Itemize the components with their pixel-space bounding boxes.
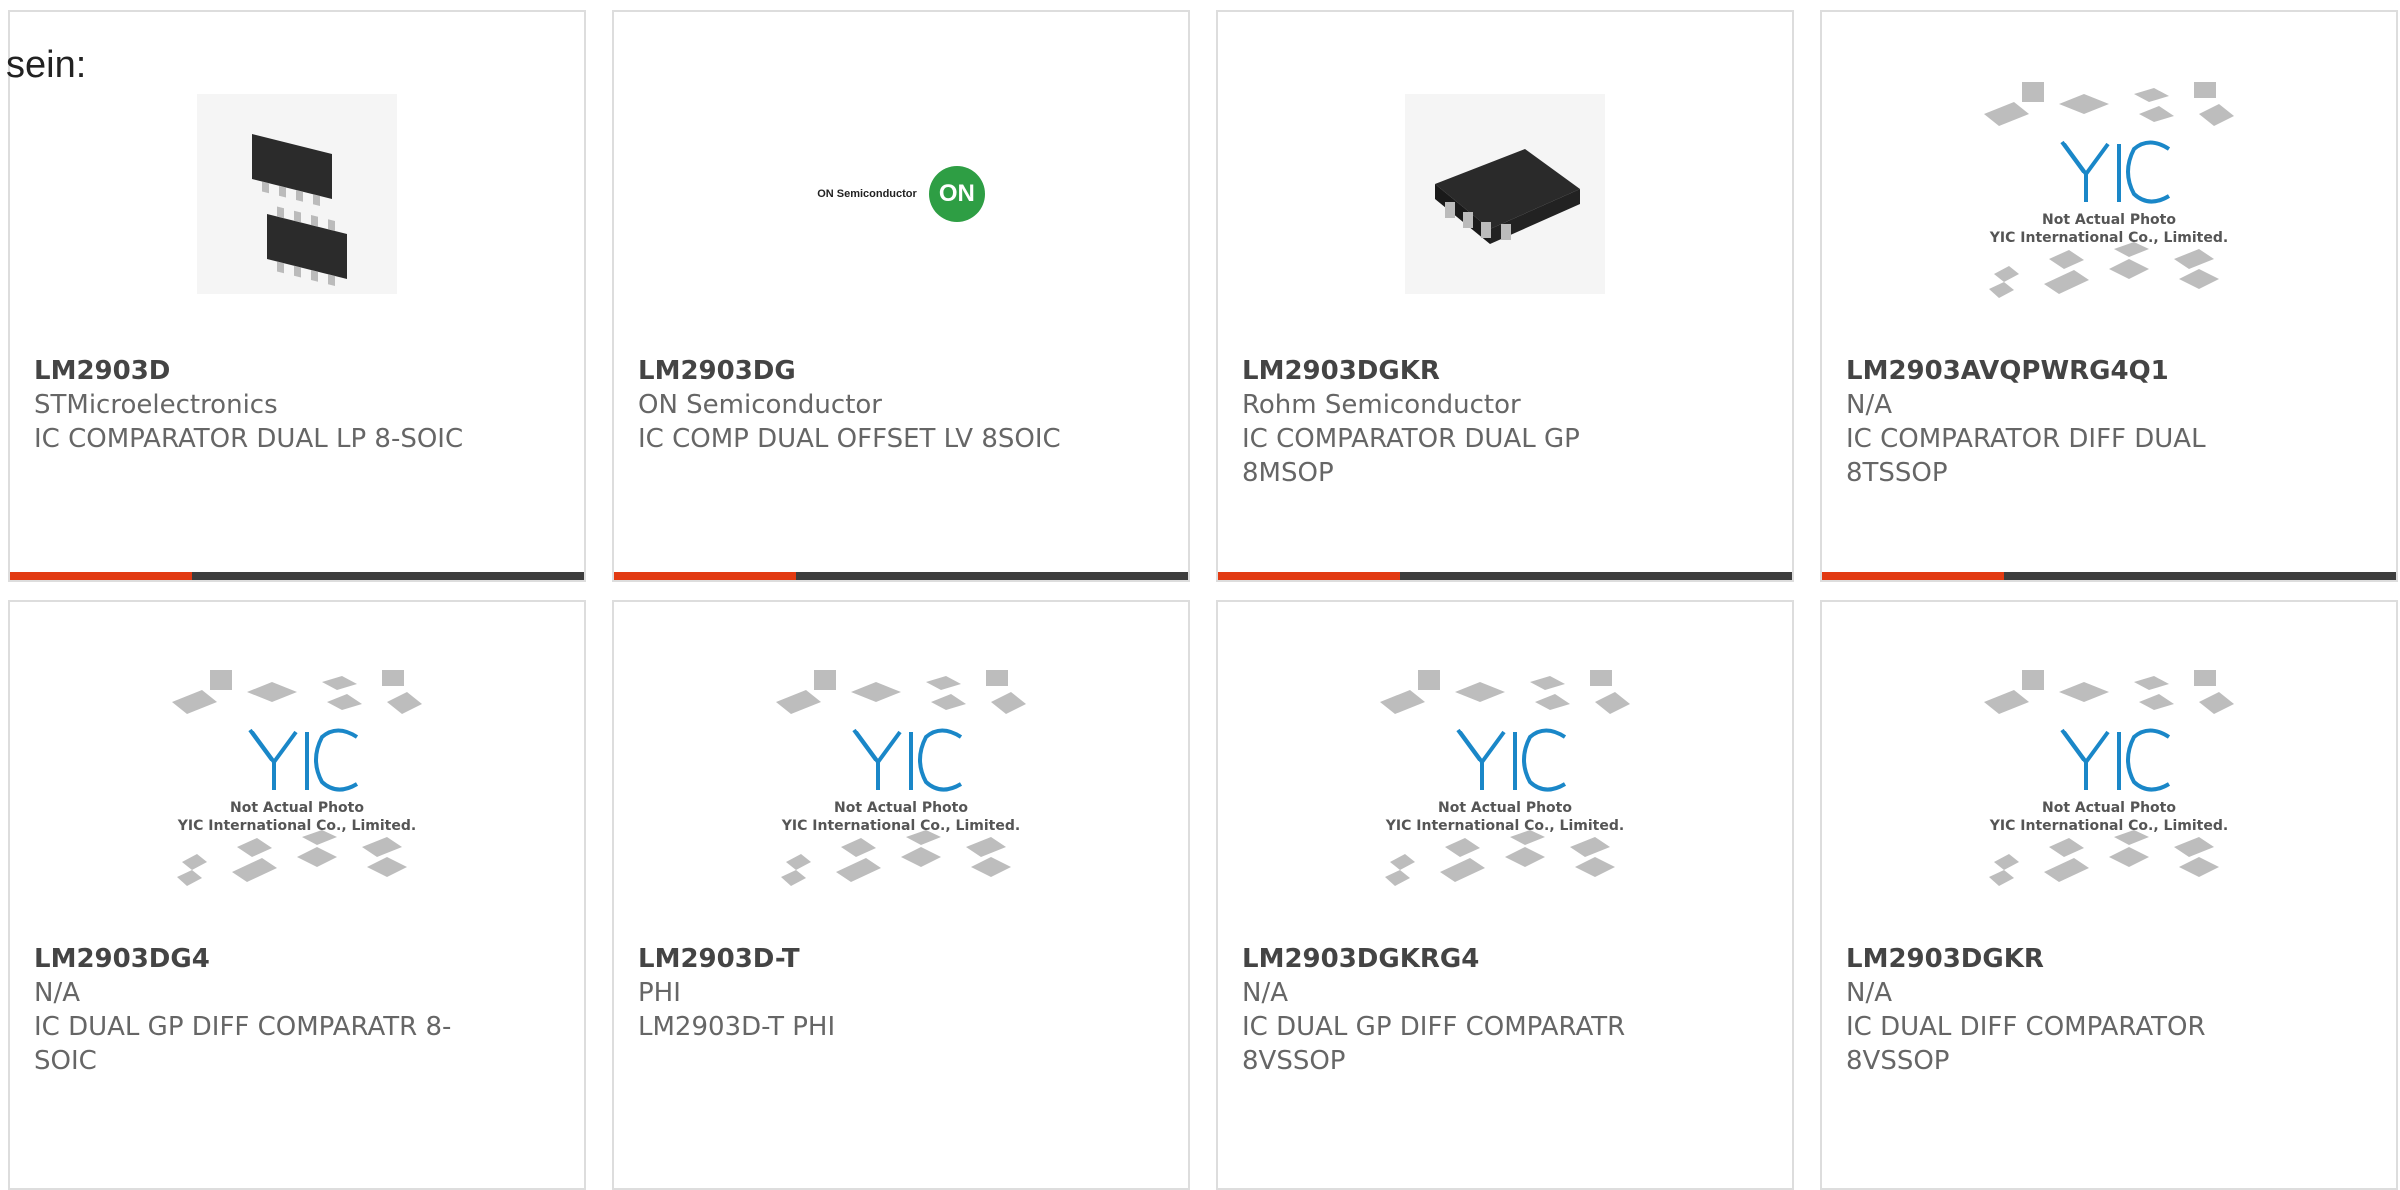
chip-pair-icon bbox=[197, 94, 397, 294]
manufacturer: Rohm Semiconductor bbox=[1242, 390, 1521, 420]
card-bar bbox=[10, 572, 584, 580]
manufacturer: ON Semiconductor bbox=[638, 390, 882, 420]
part-number[interactable]: LM2903DGKR bbox=[1242, 354, 1672, 388]
product-image[interactable]: Not Actual Photo YIC International Co., … bbox=[761, 662, 1041, 902]
svg-text:YIC International Co., Limited: YIC International Co., Limited. bbox=[1989, 818, 2228, 834]
svg-text:Not Actual Photo: Not Actual Photo bbox=[2042, 800, 2176, 816]
product-card[interactable]: Not Actual Photo YIC International Co., … bbox=[8, 600, 586, 1190]
card-bar bbox=[614, 572, 1188, 580]
description: IC COMPARATOR DIFF DUAL 8TSSOP bbox=[1846, 424, 2206, 488]
product-card[interactable]: ON Semiconductor ON LM2903DG ON Semicond… bbox=[612, 10, 1190, 582]
chip-icon bbox=[1405, 94, 1605, 294]
on-semi-logo: ON Semiconductor ON bbox=[817, 166, 985, 222]
product-card[interactable]: Not Actual Photo YIC International Co., … bbox=[612, 600, 1190, 1190]
product-card[interactable]: Not Actual Photo YIC International Co., … bbox=[1820, 600, 2398, 1190]
product-card[interactable]: Not Actual Photo YIC International Co., … bbox=[1820, 10, 2398, 582]
card-bar bbox=[1822, 572, 2396, 580]
card-bar bbox=[1218, 572, 1792, 580]
manufacturer: N/A bbox=[1846, 978, 1892, 1008]
part-number[interactable]: LM2903DGKR bbox=[1846, 942, 2276, 976]
part-number[interactable]: LM2903DGKRG4 bbox=[1242, 942, 1672, 976]
intro-text: sein: bbox=[6, 44, 87, 86]
svg-text:YIC International Co., Limited: YIC International Co., Limited. bbox=[1989, 230, 2228, 246]
product-card[interactable]: LM2903DGKR Rohm Semiconductor IC COMPARA… bbox=[1216, 10, 1794, 582]
product-image[interactable]: Not Actual Photo YIC International Co., … bbox=[157, 662, 437, 902]
svg-text:YIC International Co., Limited: YIC International Co., Limited. bbox=[1385, 818, 1624, 834]
manufacturer: PHI bbox=[638, 978, 681, 1008]
product-image[interactable]: ON Semiconductor ON bbox=[761, 74, 1041, 314]
manufacturer: N/A bbox=[34, 978, 80, 1008]
part-number[interactable]: LM2903D bbox=[34, 354, 464, 388]
description: LM2903D-T PHI bbox=[638, 1012, 836, 1042]
svg-text:YIC International Co., Limited: YIC International Co., Limited. bbox=[177, 818, 416, 834]
svg-text:Not Actual Photo: Not Actual Photo bbox=[230, 800, 364, 816]
description: IC DUAL DIFF COMPARATOR 8VSSOP bbox=[1846, 1012, 2206, 1076]
product-image[interactable]: Not Actual Photo YIC International Co., … bbox=[1365, 662, 1645, 902]
yic-placeholder-icon: Not Actual Photo YIC International Co., … bbox=[172, 670, 422, 886]
description: IC COMPARATOR DUAL GP 8MSOP bbox=[1242, 424, 1580, 488]
manufacturer: N/A bbox=[1846, 390, 1892, 420]
product-image[interactable] bbox=[1365, 74, 1645, 314]
manufacturer: N/A bbox=[1242, 978, 1288, 1008]
yic-placeholder-icon: Not Actual Photo YIC International Co., … bbox=[1984, 82, 2234, 298]
svg-text:Not Actual Photo: Not Actual Photo bbox=[1438, 800, 1572, 816]
part-number[interactable]: LM2903DG4 bbox=[34, 942, 464, 976]
product-image[interactable]: Not Actual Photo YIC International Co., … bbox=[1969, 74, 2249, 314]
product-image[interactable]: Not Actual Photo YIC International Co., … bbox=[1969, 662, 2249, 902]
svg-text:YIC International Co., Limited: YIC International Co., Limited. bbox=[781, 818, 1020, 834]
product-image[interactable] bbox=[157, 74, 437, 314]
description: IC DUAL GP DIFF COMPARATR 8-SOIC bbox=[34, 1012, 452, 1076]
description: IC COMP DUAL OFFSET LV 8SOIC bbox=[638, 424, 1061, 454]
yic-placeholder-icon: Not Actual Photo YIC International Co., … bbox=[1380, 670, 1630, 886]
yic-placeholder-icon: Not Actual Photo YIC International Co., … bbox=[776, 670, 1026, 886]
manufacturer: STMicroelectronics bbox=[34, 390, 278, 420]
svg-text:Not Actual Photo: Not Actual Photo bbox=[2042, 212, 2176, 228]
description: IC COMPARATOR DUAL LP 8-SOIC bbox=[34, 424, 464, 454]
product-card[interactable]: Not Actual Photo YIC International Co., … bbox=[1216, 600, 1794, 1190]
part-number[interactable]: LM2903AVQPWRG4Q1 bbox=[1846, 354, 2276, 388]
description: IC DUAL GP DIFF COMPARATR 8VSSOP bbox=[1242, 1012, 1626, 1076]
part-number[interactable]: LM2903D-T bbox=[638, 942, 1068, 976]
yic-placeholder-icon: Not Actual Photo YIC International Co., … bbox=[1984, 670, 2234, 886]
svg-text:Not Actual Photo: Not Actual Photo bbox=[834, 800, 968, 816]
product-card[interactable]: LM2903D STMicroelectronics IC COMPARATOR… bbox=[8, 10, 586, 582]
part-number[interactable]: LM2903DG bbox=[638, 354, 1068, 388]
